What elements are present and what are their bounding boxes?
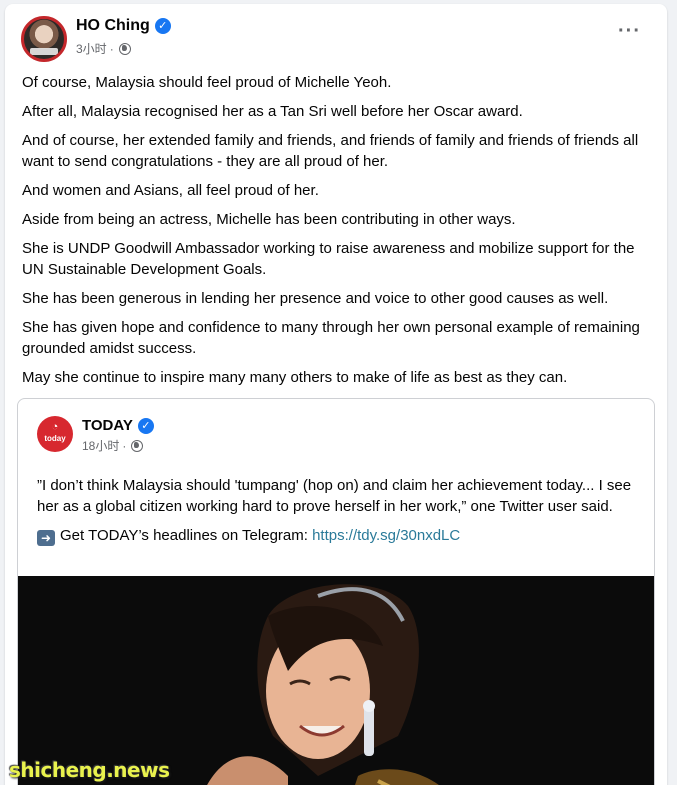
post-paragraph: And women and Asians, all feel proud of … [22, 182, 319, 199]
shared-author-name[interactable]: TODAY [82, 417, 133, 434]
post-paragraph: And of course, her extended family and f… [22, 132, 639, 170]
shared-cta-text: Get TODAY’s headlines on Telegram: [60, 527, 308, 544]
right-arrow-icon: ➜ [37, 530, 55, 546]
telegram-link[interactable]: https://tdy.sg/30nxdLC [312, 527, 460, 544]
post-paragraph: Of course, Malaysia should feel proud of… [22, 74, 392, 91]
shared-meta: 18小时 · [82, 437, 144, 454]
today-logo-mark: ◔ [51, 421, 59, 433]
shared-quote: ”I don’t think Malaysia should 'tumpang'… [37, 477, 632, 515]
photo-illustration [18, 576, 654, 785]
more-options-icon[interactable]: ··· [618, 21, 641, 41]
verified-badge-icon: ✓ [137, 418, 154, 434]
shared-cta: ➜ Get TODAY’s headlines on Telegram: http… [37, 525, 642, 546]
globe-icon[interactable] [131, 439, 144, 452]
shared-body: ”I don’t think Malaysia should 'tumpang'… [37, 475, 642, 554]
post-meta: 3小时 · [76, 40, 131, 57]
globe-icon[interactable] [118, 42, 131, 55]
today-avatar[interactable]: ◔ today [37, 416, 73, 452]
post-paragraph: After all, Malaysia recognised her as a … [22, 103, 523, 120]
today-logo-text: today [44, 434, 66, 443]
author-name[interactable]: HO Ching [76, 17, 150, 34]
shared-author-row: TODAY ✓ [82, 417, 154, 434]
watermark-text: shicheng.news [9, 758, 170, 782]
meta-separator: · [122, 438, 127, 453]
post-body: Of course, Malaysia should feel proud of… [22, 72, 658, 396]
shared-post[interactable]: ◔ today TODAY ✓ 18小时 · ”I don’t think Mal… [17, 398, 655, 785]
shared-time[interactable]: 18小时 [82, 437, 119, 454]
meta-separator: · [109, 41, 114, 56]
post-paragraph: She is UNDP Goodwill Ambassador working … [22, 240, 635, 278]
post-paragraph: She has given hope and confidence to man… [22, 319, 640, 357]
verified-badge-icon: ✓ [154, 18, 171, 34]
author-avatar[interactable] [21, 16, 67, 62]
post-card: HO Ching ✓ 3小时 · ··· Of course, Malaysia … [5, 4, 667, 785]
post-paragraph: Aside from being an actress, Michelle ha… [22, 211, 516, 228]
post-time[interactable]: 3小时 [76, 40, 107, 57]
post-paragraph: May she continue to inspire many many ot… [22, 369, 568, 386]
post-paragraph: She has been generous in lending her pre… [22, 290, 609, 307]
shared-photo[interactable] [18, 576, 654, 785]
author-name-row: HO Ching ✓ [76, 17, 171, 35]
